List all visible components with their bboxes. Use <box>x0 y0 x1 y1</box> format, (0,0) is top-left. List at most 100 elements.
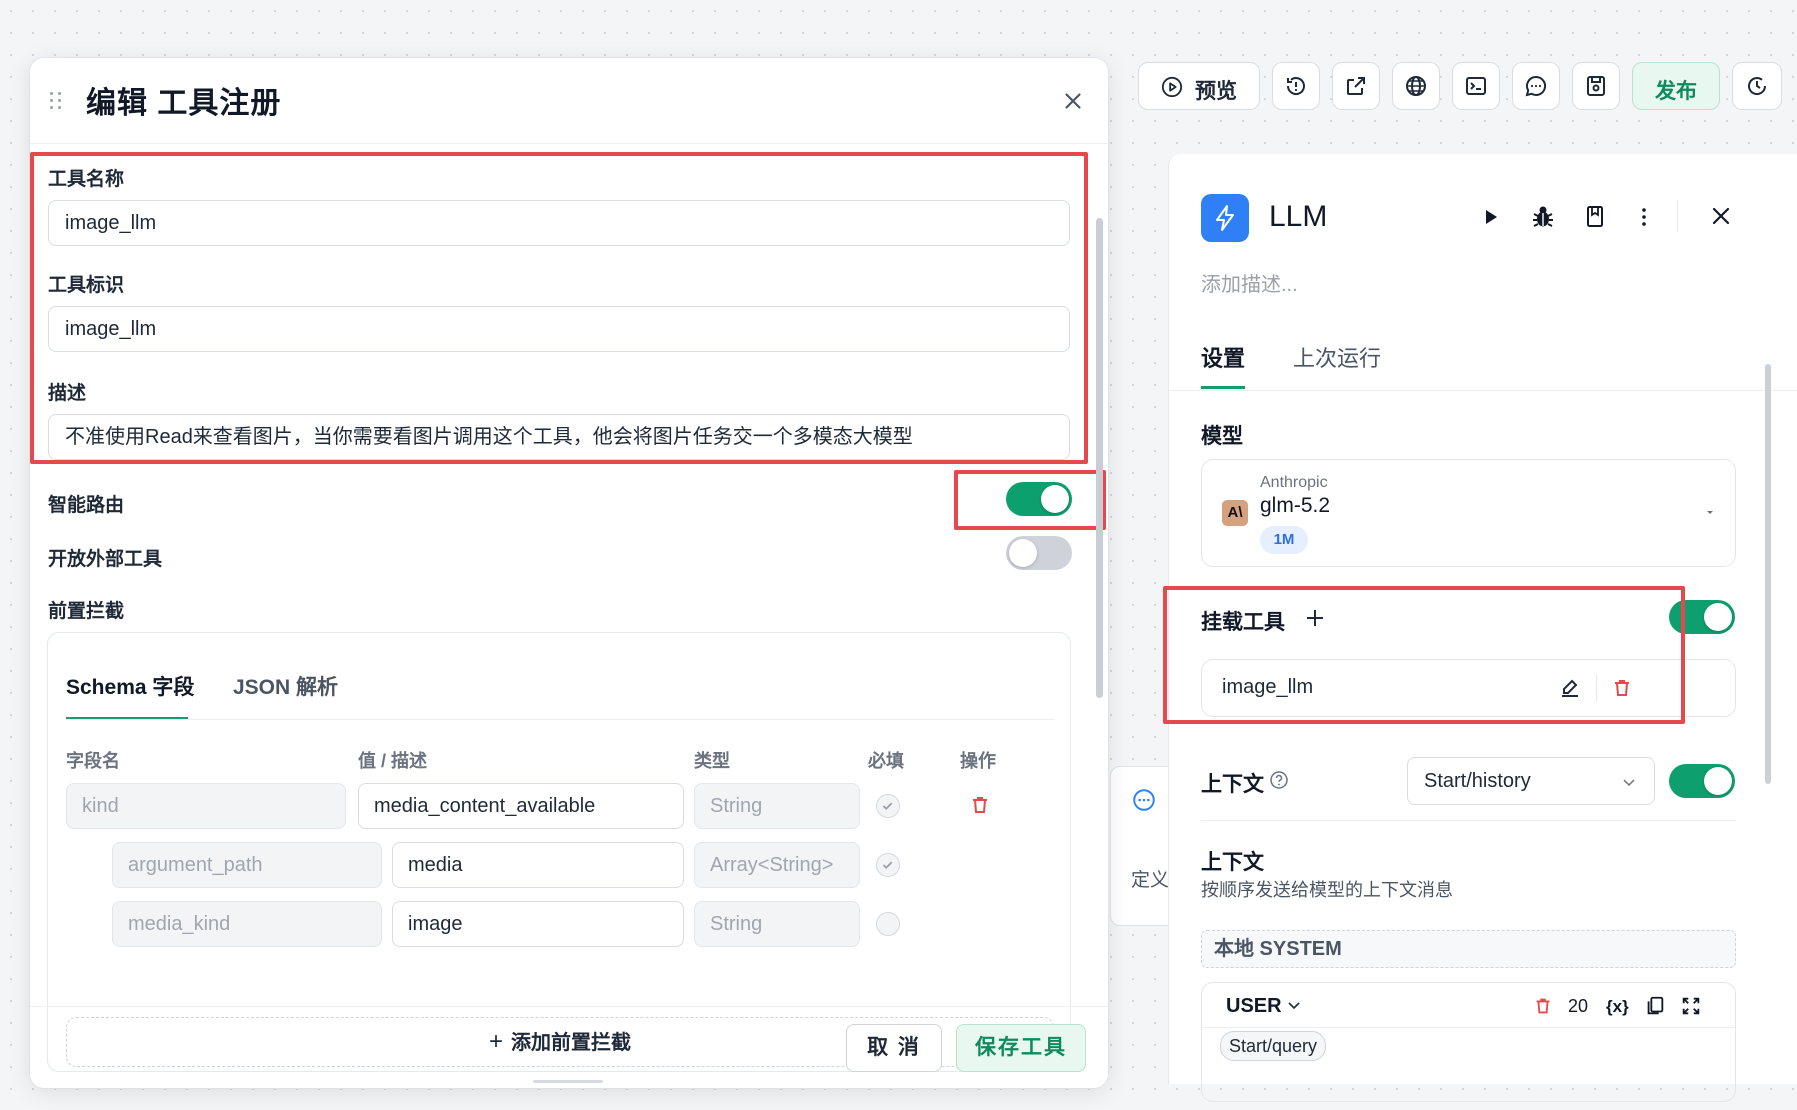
mounted-tool-name: image_llm <box>1222 676 1314 698</box>
tool-id-input[interactable]: image_llm <box>48 306 1070 352</box>
version-history-button[interactable] <box>1732 62 1782 110</box>
field-name-cell: argument_path <box>112 842 382 888</box>
context-select[interactable]: Start/history <box>1407 757 1655 805</box>
field-value-input[interactable]: media <box>392 842 684 888</box>
more-icon[interactable] <box>1639 206 1649 228</box>
llm-logo <box>1201 194 1249 242</box>
close-icon[interactable] <box>1709 204 1733 228</box>
context-toggle[interactable] <box>1669 764 1735 798</box>
variable-icon[interactable]: {x} <box>1606 997 1629 1017</box>
help-icon[interactable] <box>1269 770 1289 790</box>
modal-title: 编辑 工具注册 <box>86 87 282 120</box>
play-circle-icon <box>1161 76 1183 98</box>
smart-routing-label: 智能路由 <box>48 495 125 516</box>
field-name-cell: media_kind <box>112 901 382 947</box>
footer-divider <box>30 1006 1108 1007</box>
col-required: 必填 <box>868 751 904 771</box>
close-icon[interactable] <box>1060 88 1086 114</box>
tab-json-parse[interactable]: JSON 解析 <box>233 671 338 701</box>
terminal-icon <box>1466 77 1486 95</box>
col-value-desc: 值 / 描述 <box>358 751 428 771</box>
save-tool-button[interactable]: 保存工具 <box>956 1024 1086 1072</box>
check-icon <box>882 861 893 870</box>
mounted-tool-item[interactable]: image_llm <box>1201 659 1736 717</box>
preview-label: 预览 <box>1195 80 1237 103</box>
web-button[interactable] <box>1392 62 1440 110</box>
user-role-dropdown[interactable]: USER <box>1226 995 1301 1018</box>
terminal-button[interactable] <box>1452 62 1500 110</box>
external-link-icon <box>1347 77 1365 95</box>
field-name-cell: kind <box>66 783 346 829</box>
field-type-cell: String <box>694 783 860 829</box>
description-input[interactable]: 不准使用Read来查看图片，当你需要看图片调用这个工具，他会将图片任务交一个多模… <box>48 414 1070 460</box>
check-icon <box>882 802 893 811</box>
message-icon <box>1525 75 1547 97</box>
globe-icon <box>1406 76 1426 96</box>
field-value-input[interactable]: media_content_available <box>358 783 684 829</box>
tabs-divider <box>1169 390 1797 391</box>
open-external-toggle[interactable] <box>1006 536 1072 570</box>
model-provider: Anthropic <box>1260 474 1328 491</box>
tools-toggle[interactable] <box>1669 600 1735 634</box>
model-selector[interactable]: A\ Anthropic glm-5.2 1M <box>1201 459 1736 567</box>
required-checkbox[interactable] <box>876 912 900 936</box>
open-external-label: 开放外部工具 <box>48 549 163 570</box>
tool-id-label: 工具标识 <box>48 275 125 296</box>
drag-handle-icon[interactable] <box>50 92 64 110</box>
modal-scrollbar[interactable] <box>1096 218 1103 698</box>
field-value-input[interactable]: image <box>392 901 684 947</box>
panel-title: LLM <box>1269 200 1328 233</box>
add-intercept-label: 添加前置拦截 <box>511 1032 631 1054</box>
anthropic-logo-icon: A\ <box>1222 500 1248 526</box>
edit-icon[interactable] <box>1558 676 1582 700</box>
card-divider <box>1202 1027 1735 1028</box>
run-icon[interactable] <box>1481 206 1501 228</box>
chat-button[interactable] <box>1512 62 1560 110</box>
tool-name-input[interactable]: image_llm <box>48 200 1070 246</box>
cancel-button[interactable]: 取 消 <box>846 1024 942 1072</box>
add-tool-icon[interactable] <box>1303 606 1327 630</box>
token-count: 20 <box>1568 996 1589 1016</box>
preview-button[interactable]: 预览 <box>1138 62 1260 110</box>
delete-icon[interactable] <box>1532 995 1554 1017</box>
tool-name-label: 工具名称 <box>48 169 125 190</box>
field-type-cell: String <box>694 901 860 947</box>
copy-icon[interactable] <box>1644 995 1666 1017</box>
export-button[interactable] <box>1332 62 1380 110</box>
variable-chip[interactable]: Start/query <box>1220 1031 1327 1061</box>
tab-divider <box>66 719 1054 720</box>
tab-schema-fields[interactable]: Schema 字段 <box>66 671 194 701</box>
expand-icon[interactable] <box>1680 995 1702 1017</box>
context-title: 上下文 <box>1201 851 1264 874</box>
llm-node-panel: LLM 添加描述... 设置 上次运行 模型 A\ Anthropic glm-… <box>1163 154 1797 1102</box>
smart-routing-toggle[interactable] <box>1006 482 1072 516</box>
delete-icon[interactable] <box>1610 676 1634 700</box>
lightning-icon <box>1216 205 1234 231</box>
edit-tool-modal: 编辑 工具注册 工具名称 image_llm 工具标识 image_llm 描述… <box>30 58 1108 1088</box>
model-name: glm-5.2 <box>1260 494 1331 517</box>
resize-handle[interactable] <box>533 1080 603 1083</box>
description-placeholder[interactable]: 添加描述... <box>1201 268 1298 297</box>
tools-section-title: 挂载工具 <box>1201 611 1285 634</box>
description-label: 描述 <box>48 383 87 404</box>
plus-icon: + <box>488 1028 503 1055</box>
required-checkbox[interactable] <box>876 794 900 818</box>
delete-icon[interactable] <box>968 793 992 817</box>
history-button[interactable] <box>1272 62 1320 110</box>
system-message[interactable]: 本地 SYSTEM <box>1201 930 1736 968</box>
panel-scrollbar[interactable] <box>1765 364 1771 784</box>
chevron-down-icon <box>1623 779 1635 787</box>
context-select-value: Start/history <box>1424 770 1531 792</box>
save-draft-button[interactable] <box>1572 62 1620 110</box>
col-field-name: 字段名 <box>66 751 120 771</box>
tab-underline <box>1201 386 1245 389</box>
tab-settings[interactable]: 设置 <box>1201 341 1245 373</box>
section-divider <box>1201 820 1736 821</box>
bookmark-icon[interactable] <box>1585 204 1605 230</box>
publish-button[interactable]: 发布 <box>1632 62 1720 110</box>
pre-intercept-label: 前置拦截 <box>48 601 125 622</box>
required-checkbox[interactable] <box>876 853 900 877</box>
bug-icon[interactable] <box>1531 204 1555 230</box>
col-actions: 操作 <box>960 751 996 771</box>
tab-last-run[interactable]: 上次运行 <box>1293 341 1381 373</box>
